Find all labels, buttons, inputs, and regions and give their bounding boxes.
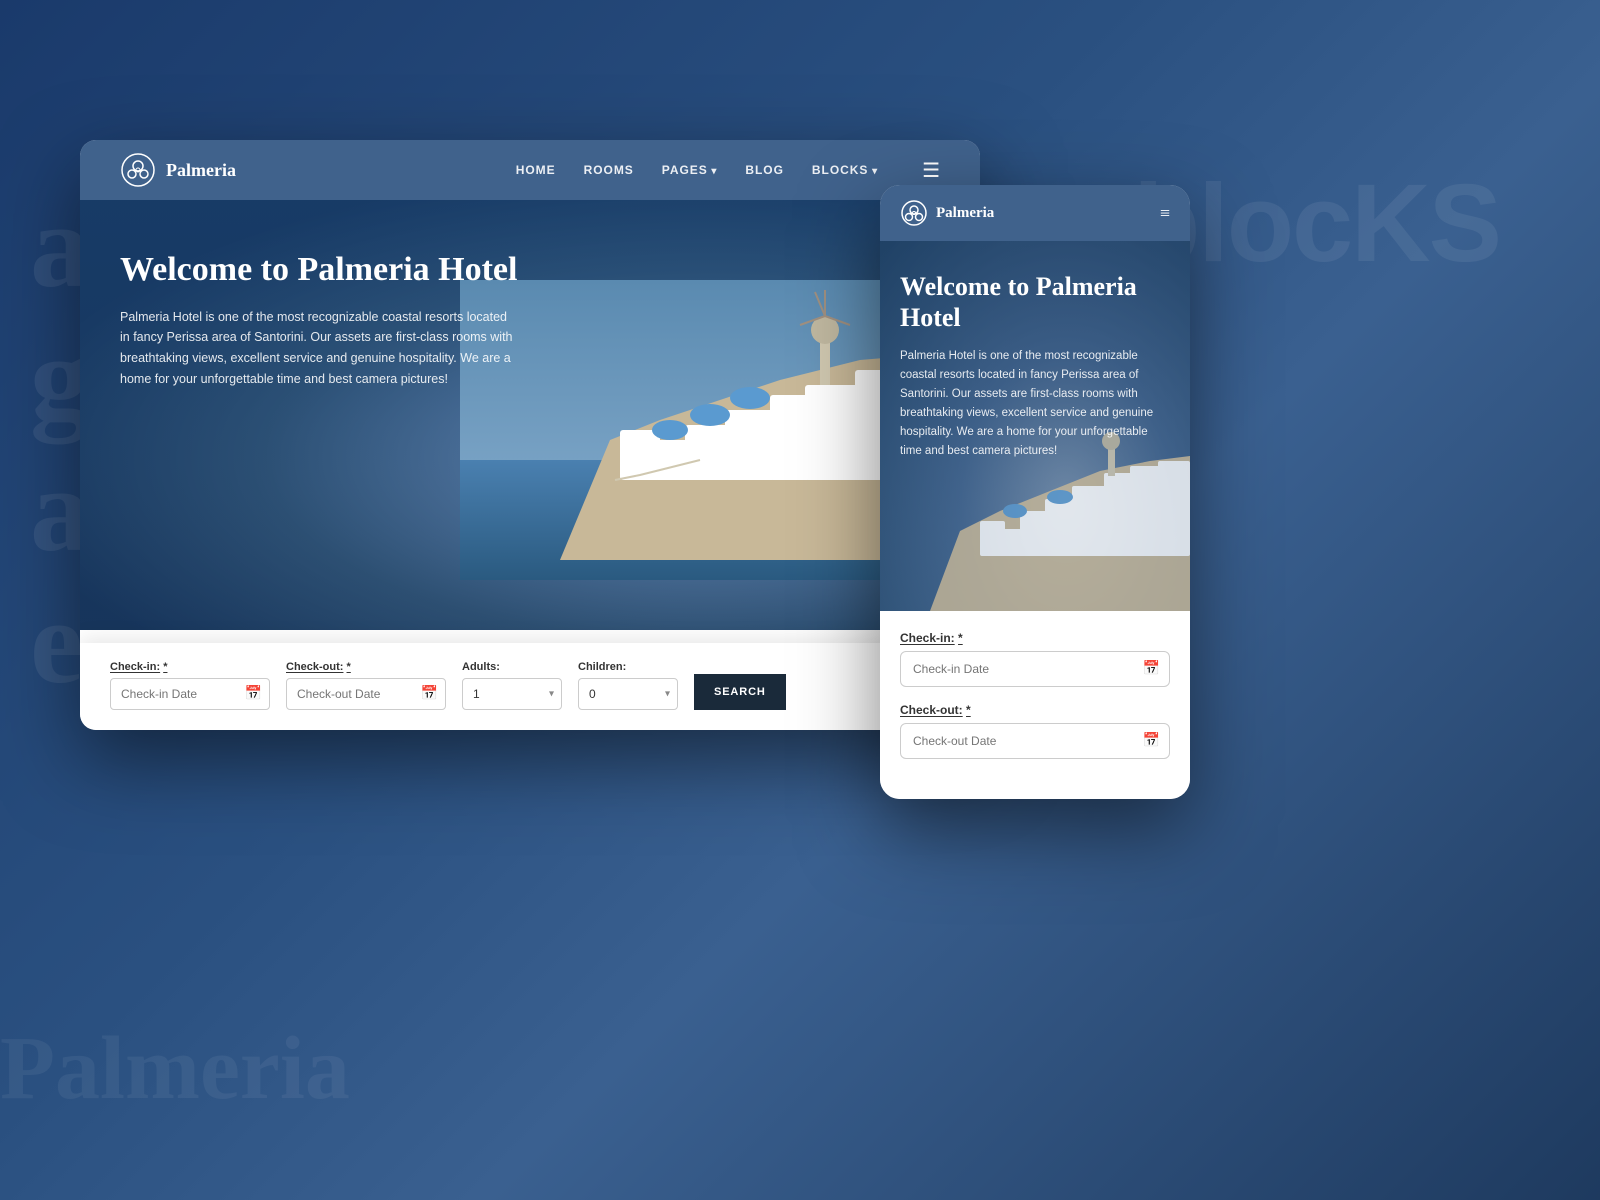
desktop-mockup: Palmeria HOME ROOMS PAGES BLOG BLOCKS ☰ (80, 140, 980, 730)
mobile-logo-area[interactable]: Palmeria (900, 199, 994, 227)
nav-blog[interactable]: BLOG (745, 163, 784, 177)
mobile-navbar: Palmeria ≡ (880, 185, 1190, 241)
children-field: Children: 0 1 2 3 ▾ (578, 661, 678, 710)
desktop-hero: Welcome to Palmeria Hotel Palmeria Hotel… (80, 200, 980, 630)
mobile-hero-content: Welcome to Palmeria Hotel Palmeria Hotel… (880, 241, 1190, 481)
mobile-hero-title: Welcome to Palmeria Hotel (900, 271, 1170, 333)
nav-pages[interactable]: PAGES (662, 163, 718, 177)
mobile-checkin-label: Check-in: * (900, 631, 1170, 645)
desktop-logo-icon (120, 152, 156, 188)
mobile-hero: Welcome to Palmeria Hotel Palmeria Hotel… (880, 241, 1190, 611)
nav-home[interactable]: HOME (516, 163, 556, 177)
desktop-hero-description: Palmeria Hotel is one of the most recogn… (120, 307, 520, 390)
checkout-input[interactable] (286, 678, 446, 710)
adults-label: Adults: (462, 661, 562, 673)
adults-select-wrapper: 1 2 3 4 ▾ (462, 678, 562, 710)
mobile-checkout-input-wrapper[interactable]: 📅 (900, 723, 1170, 759)
nav-blocks[interactable]: BLOCKS (812, 163, 878, 177)
mobile-logo-icon (900, 199, 928, 227)
desktop-hero-content: Welcome to Palmeria Hotel Palmeria Hotel… (80, 200, 560, 409)
desktop-booking-fields: Check-in: * 📅 Check-out: * 📅 Adul (110, 661, 950, 710)
checkin-input-wrapper[interactable]: 📅 (110, 678, 270, 710)
desktop-logo-text: Palmeria (166, 160, 236, 181)
checkin-input[interactable] (110, 678, 270, 710)
mobile-checkin-input-wrapper[interactable]: 📅 (900, 651, 1170, 687)
nav-rooms[interactable]: ROOMS (584, 163, 634, 177)
checkin-label: Check-in: * (110, 661, 270, 673)
mobile-hamburger-icon[interactable]: ≡ (1160, 203, 1170, 224)
checkout-input-wrapper[interactable]: 📅 (286, 678, 446, 710)
checkin-field: Check-in: * 📅 (110, 661, 270, 710)
children-select-wrapper: 0 1 2 3 ▾ (578, 678, 678, 710)
mobile-checkout-input[interactable] (900, 723, 1170, 759)
children-select[interactable]: 0 1 2 3 (578, 678, 678, 710)
checkout-label: Check-out: * (286, 661, 446, 673)
desktop-nav-links: HOME ROOMS PAGES BLOG BLOCKS ☰ (516, 158, 940, 183)
mobile-checkin-group: Check-in: * 📅 (900, 631, 1170, 687)
desktop-logo-area[interactable]: Palmeria (120, 152, 236, 188)
adults-select[interactable]: 1 2 3 4 (462, 678, 562, 710)
checkout-field: Check-out: * 📅 (286, 661, 446, 710)
desktop-hero-title: Welcome to Palmeria Hotel (120, 250, 520, 291)
mobile-mockup: Palmeria ≡ (880, 185, 1190, 799)
desktop-navbar: Palmeria HOME ROOMS PAGES BLOG BLOCKS ☰ (80, 140, 980, 200)
palmeria-watermark: Palmeria (0, 1017, 350, 1120)
desktop-hamburger-icon[interactable]: ☰ (922, 158, 940, 183)
mobile-hero-description: Palmeria Hotel is one of the most recogn… (900, 347, 1170, 461)
desktop-booking-bar: Check-in: * 📅 Check-out: * 📅 Adul (80, 643, 980, 730)
mobile-booking-card: Check-in: * 📅 Check-out: * 📅 (880, 611, 1190, 799)
children-label: Children: (578, 661, 678, 673)
mobile-checkout-label: Check-out: * (900, 703, 1170, 717)
adults-field: Adults: 1 2 3 4 ▾ (462, 661, 562, 710)
search-button[interactable]: SEARCH (694, 674, 786, 710)
mobile-checkin-input[interactable] (900, 651, 1170, 687)
mobile-checkout-group: Check-out: * 📅 (900, 703, 1170, 759)
mobile-logo-text: Palmeria (936, 205, 994, 222)
